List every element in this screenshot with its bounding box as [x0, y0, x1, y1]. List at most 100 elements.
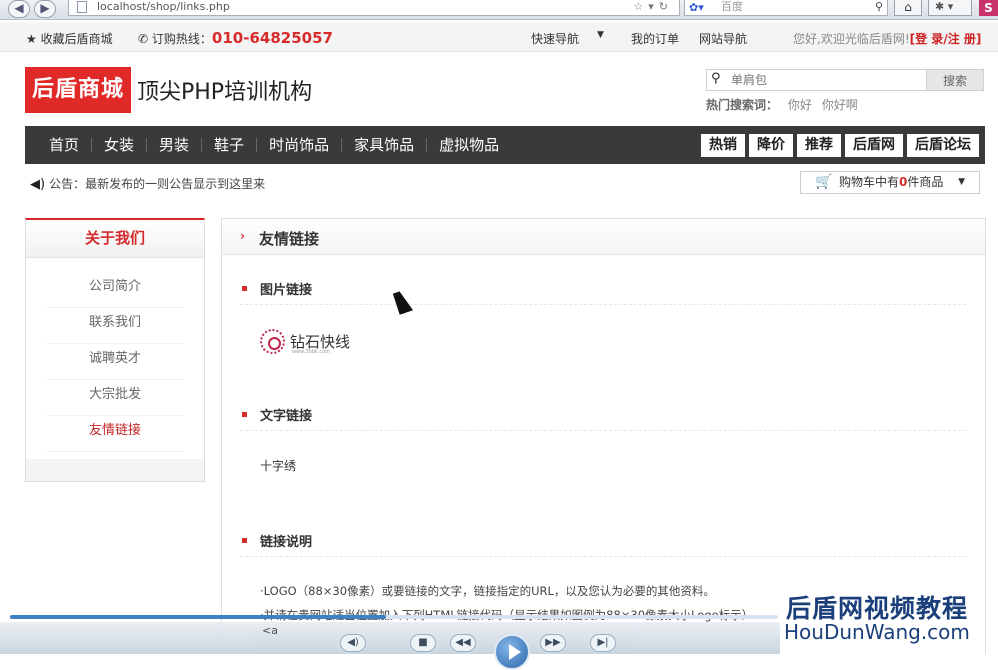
content-header: › 友情链接 — [222, 219, 985, 255]
nav-item-shoes[interactable]: 鞋子 — [201, 138, 256, 153]
nav-item-virtual-goods[interactable]: 虚拟物品 — [426, 138, 511, 153]
search-input[interactable] — [731, 72, 921, 88]
rewind-icon[interactable]: ◀◀ — [450, 634, 476, 652]
nav-tag-forum[interactable]: 后盾论坛 — [907, 134, 979, 157]
chevron-right-icon: › — [240, 229, 245, 243]
cart-prefix: 购物车中有 — [839, 175, 900, 189]
image-links-section: 图片链接 — [240, 279, 966, 305]
cart-button[interactable]: 🛒 购物车中有0件商品 ▼ — [800, 171, 980, 194]
hot-search-label: 热门搜索词： — [706, 98, 779, 112]
welcome-text: 您好,欢迎光临后盾网![登 录/注 册] — [793, 32, 982, 46]
note-line: ·LOGO（88×30像素）或要链接的文字，链接指定的URL，以及您认为必要的其… — [260, 584, 715, 598]
caret-down-icon[interactable]: ▼ — [597, 30, 604, 40]
address-bar[interactable]: localhost/shop/links.php ☆▾↻ — [68, 0, 680, 16]
favorite-link[interactable]: ★ 收藏后盾商城 — [26, 30, 113, 47]
site-slogan: 顶尖PHP培训机构 — [137, 80, 313, 105]
browser-search-placeholder: 百度 — [721, 0, 743, 13]
bullet-icon — [242, 538, 247, 543]
nav-item-men[interactable]: 男装 — [146, 138, 201, 153]
extension-s-icon[interactable]: S — [979, 0, 998, 16]
next-icon[interactable]: ▶| — [590, 634, 616, 652]
browser-search-box[interactable]: ✿▾ 百度 ⚲ — [684, 0, 888, 16]
partner-logo-link[interactable]: 钻石快线 www.3bbk.com — [260, 327, 350, 357]
hotline-label: 订购热线： — [151, 32, 212, 46]
hot-word-link[interactable]: 你好啊 — [822, 98, 858, 112]
nav-tag-hot[interactable]: 热销 — [701, 134, 745, 157]
notice-text[interactable]: 公告：最新发布的一则公告显示到这里来 — [49, 177, 265, 191]
notice-bar: ◀) 公告：最新发布的一则公告显示到这里来 — [30, 175, 265, 192]
search-box: ⚲ 搜索 — [706, 69, 984, 91]
code-fragment: <a — [262, 624, 278, 637]
watermark-english: HouDunWang.com — [784, 620, 970, 644]
sidebar-footer — [26, 459, 204, 481]
link-notes-section: 链接说明 — [240, 531, 966, 557]
cart-suffix: 件商品 — [907, 175, 944, 189]
sidebar-item-careers[interactable]: 诚聘英才 — [46, 344, 184, 380]
partner-url: www.3bbk.com — [292, 349, 331, 355]
video-progress-bar[interactable] — [10, 615, 778, 619]
section-title: 图片链接 — [260, 283, 313, 298]
play-button[interactable] — [494, 634, 530, 670]
sidebar-title: 关于我们 — [26, 220, 204, 258]
address-text: localhost/shop/links.php — [97, 0, 230, 13]
page-title: 友情链接 — [259, 230, 320, 248]
speaker-icon: ◀) — [30, 177, 46, 192]
quick-nav-link[interactable]: 快速导航 — [531, 30, 579, 47]
diamond-logo-icon — [260, 329, 285, 354]
sidebar-item-wholesale[interactable]: 大宗批发 — [46, 380, 184, 416]
bullet-icon — [242, 286, 247, 291]
forward-arrow-icon[interactable]: ▶ — [34, 0, 56, 18]
my-orders-link[interactable]: 我的订单 — [631, 30, 679, 47]
hotline: ✆ 订购热线：010-64825057 — [138, 29, 333, 47]
bullet-icon — [242, 412, 247, 417]
site-nav-link[interactable]: 网站导航 — [699, 30, 747, 47]
nav-tag-discount[interactable]: 降价 — [749, 134, 793, 157]
sidebar-list: 公司简介 联系我们 诚聘英才 大宗批发 友情链接 — [46, 272, 184, 452]
sidebar-item-friend-links[interactable]: 友情链接 — [46, 416, 184, 452]
nav-tag-recommend[interactable]: 推荐 — [797, 134, 841, 157]
baidu-paw-icon: ✿▾ — [689, 1, 704, 14]
hot-word-link[interactable]: 你好 — [788, 98, 812, 112]
section-title: 链接说明 — [260, 535, 313, 550]
text-links-section: 文字链接 — [240, 405, 966, 431]
address-tools-icon[interactable]: ☆▾↻ — [633, 0, 673, 14]
phone-icon: ✆ — [138, 32, 149, 46]
nav-tag-houdun[interactable]: 后盾网 — [845, 134, 903, 157]
browser-toolbar: ◀ ▶ localhost/shop/links.php ☆▾↻ ✿▾ 百度 ⚲… — [0, 0, 998, 20]
caret-down-icon: ▼ — [958, 177, 965, 187]
section-title: 文字链接 — [260, 409, 313, 424]
hot-search: 热门搜索词： 你好 你好啊 — [706, 96, 858, 113]
register-link[interactable]: 注 册 — [948, 32, 976, 46]
top-bar: ★ 收藏后盾商城 ✆ 订购热线：010-64825057 快速导航 ▼ 我的订单… — [0, 22, 998, 52]
addon-icon[interactable]: ✱ ▾ — [928, 0, 972, 16]
home-icon[interactable]: ⌂ — [894, 0, 922, 16]
tag-nav: 热销 降价 推荐 后盾网 后盾论坛 — [701, 134, 979, 157]
video-progress-fill — [10, 615, 387, 619]
volume-icon[interactable]: ◀) — [340, 634, 366, 652]
category-nav: 首页 女装 男装 鞋子 时尚饰品 家具饰品 虚拟物品 — [37, 126, 511, 164]
site-logo[interactable]: 后盾商城 — [25, 67, 131, 113]
page-icon — [77, 1, 87, 13]
video-controls: <a ◀) ■ ◀◀ ▶▶ ▶| — [0, 622, 780, 670]
login-link[interactable]: 登 录 — [915, 32, 943, 46]
main-nav: 首页 女装 男装 鞋子 时尚饰品 家具饰品 虚拟物品 热销 降价 推荐 后盾网 … — [25, 126, 985, 164]
browser-search-icon[interactable]: ⚲ — [875, 0, 883, 14]
sidebar-item-company-profile[interactable]: 公司简介 — [46, 272, 184, 308]
nav-item-women[interactable]: 女装 — [91, 138, 146, 153]
about-sidebar: 关于我们 公司简介 联系我们 诚聘英才 大宗批发 友情链接 — [25, 218, 205, 482]
search-icon: ⚲ — [711, 71, 721, 86]
nav-item-home[interactable]: 首页 — [37, 138, 91, 153]
fast-forward-icon[interactable]: ▶▶ — [540, 634, 566, 652]
text-link[interactable]: 十字绣 — [260, 457, 296, 474]
stop-icon[interactable]: ■ — [410, 634, 436, 652]
favorite-label: 收藏后盾商城 — [40, 32, 113, 46]
hotline-number: 010-64825057 — [211, 29, 333, 47]
back-arrow-icon[interactable]: ◀ — [8, 0, 30, 18]
search-button[interactable]: 搜索 — [926, 70, 983, 90]
nav-item-home-decor[interactable]: 家具饰品 — [341, 138, 426, 153]
welcome-message: 您好,欢迎光临后盾网! — [793, 32, 910, 46]
star-icon: ★ — [26, 32, 37, 46]
nav-item-fashion-accessories[interactable]: 时尚饰品 — [256, 138, 341, 153]
sidebar-item-contact-us[interactable]: 联系我们 — [46, 308, 184, 344]
cart-icon: 🛒 — [815, 174, 833, 190]
